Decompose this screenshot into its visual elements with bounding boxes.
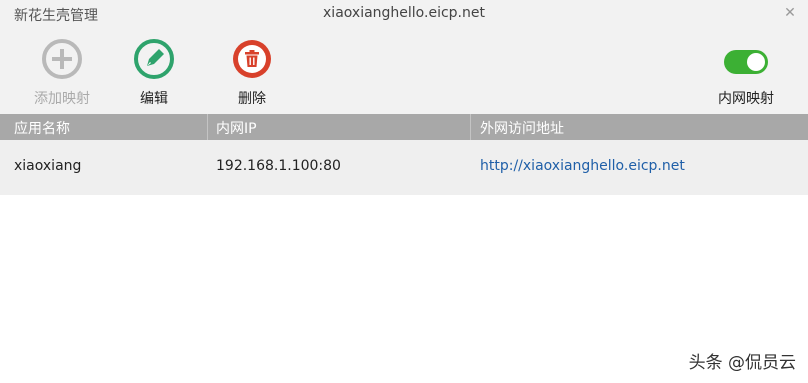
cell-intranet-ip: 192.168.1.100:80 [216, 158, 341, 174]
edit-button[interactable]: 编辑 [114, 38, 194, 108]
add-mapping-button[interactable]: 添加映射 [22, 38, 102, 108]
column-header-app-name[interactable]: 应用名称 [14, 118, 70, 138]
title-bar: 新花生壳管理 xiaoxianghello.eicp.net ✕ [0, 0, 808, 28]
cell-app-name: xiaoxiang [14, 158, 82, 174]
cell-external-url-link[interactable]: http://xiaoxianghello.eicp.net [480, 158, 685, 174]
close-button[interactable]: ✕ [782, 5, 798, 21]
trash-circle-icon [233, 40, 271, 78]
table-header: 应用名称 内网IP 外网访问地址 [0, 114, 808, 140]
toggle-knob [747, 53, 765, 71]
column-header-external-url[interactable]: 外网访问地址 [480, 118, 564, 138]
plus-circle-icon [42, 39, 82, 79]
table-row[interactable]: xiaoxiang 192.168.1.100:80 http://xiaoxi… [0, 140, 808, 195]
edit-label: 编辑 [140, 91, 168, 107]
delete-button[interactable]: 删除 [212, 38, 292, 108]
intranet-mapping-toggle[interactable]: 内网映射 [706, 50, 786, 108]
column-divider[interactable] [207, 114, 208, 140]
toolbar: 添加映射 编辑 删除 内网映射 [0, 28, 808, 114]
column-header-intranet-ip[interactable]: 内网IP [216, 118, 257, 138]
watermark-text: 头条 @侃员云 [688, 353, 796, 373]
add-mapping-label: 添加映射 [34, 91, 90, 107]
intranet-mapping-label: 内网映射 [718, 91, 774, 107]
toggle-switch[interactable] [724, 50, 768, 74]
column-divider[interactable] [470, 114, 471, 140]
pencil-circle-icon [134, 39, 174, 79]
peanut-shell-manager-window: 新花生壳管理 xiaoxianghello.eicp.net ✕ 添加映射 编辑 [0, 0, 808, 383]
delete-label: 删除 [238, 91, 266, 107]
domain-title: xiaoxianghello.eicp.net [323, 5, 485, 21]
